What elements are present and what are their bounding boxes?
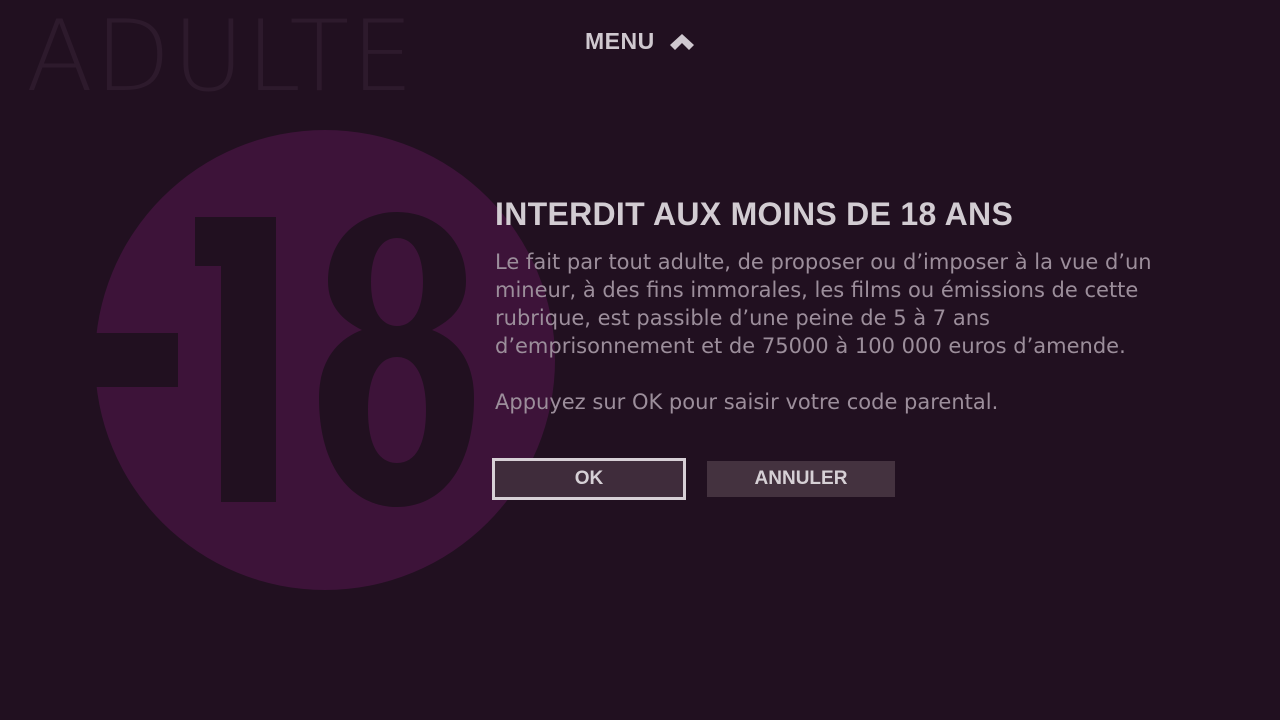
rating-badge-disc xyxy=(95,130,555,590)
dialog-instruction: Appuyez sur OK pour saisir votre code pa… xyxy=(495,390,999,414)
menu-label: MENU xyxy=(585,28,655,54)
section-watermark: ADULTE xyxy=(26,0,416,114)
parental-control-screen: ADULTE MENU INTERDIT AUX MOINS DE 18 ANS… xyxy=(0,0,1280,720)
dialog-body: Le fait par tout adulte, de proposer ou … xyxy=(495,250,1152,358)
menu-toggle[interactable]: MENU xyxy=(585,28,695,55)
chevron-up-icon xyxy=(669,33,694,50)
cancel-button[interactable]: ANNULER xyxy=(707,461,895,497)
dialog-title: INTERDIT AUX MOINS DE 18 ANS xyxy=(495,196,1014,232)
ok-button[interactable]: OK xyxy=(492,458,686,500)
